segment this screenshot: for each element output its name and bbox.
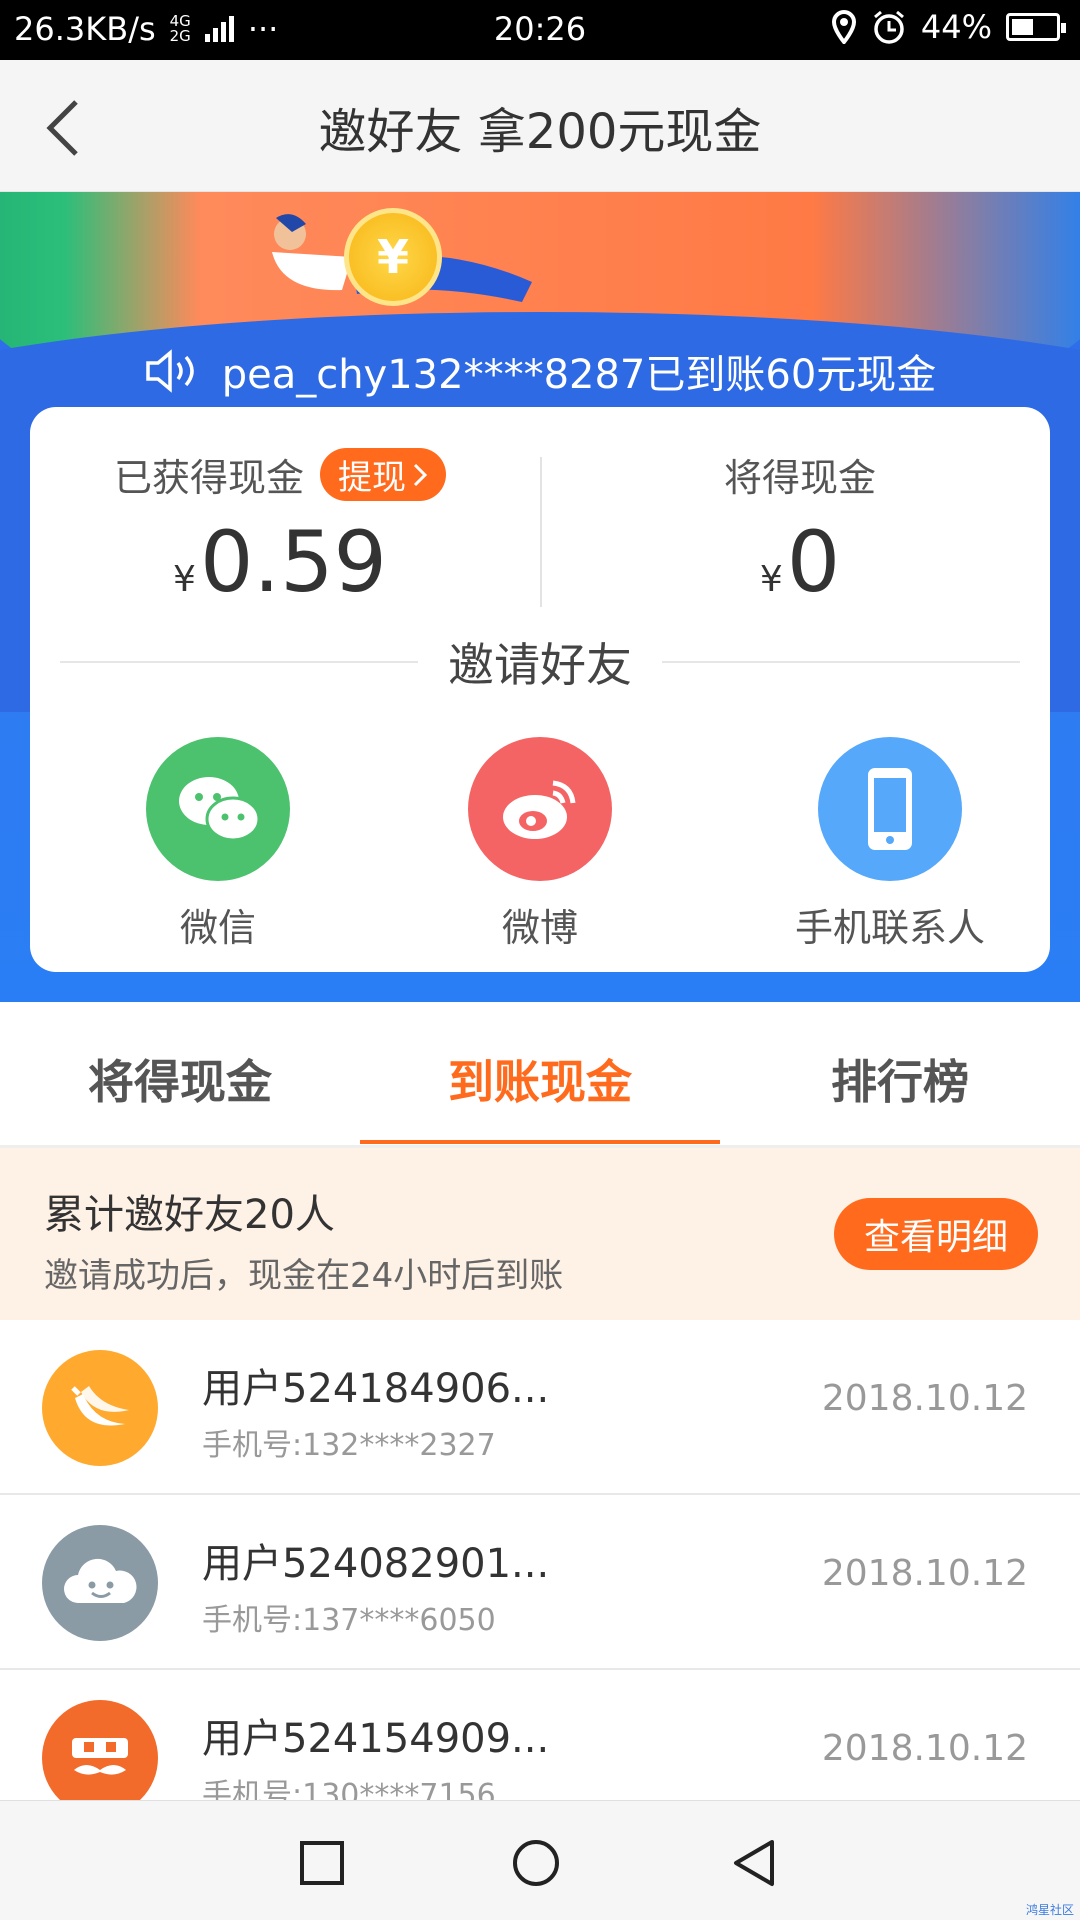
tab-leaderboard[interactable]: 排行榜 (720, 1046, 1080, 1112)
user-name: 用户524082901... (202, 1541, 550, 1587)
page-title: 邀好友 拿200元现金 (318, 104, 762, 160)
user-phone: 手机号:137****6050 (202, 1603, 496, 1638)
earned-cash: 已获得现金 提现 ¥0.59 (30, 447, 530, 630)
user-name: 用户524184906... (202, 1366, 550, 1412)
system-nav-bar: 鸿星社区 (0, 1800, 1080, 1920)
list-item[interactable]: 用户524082901... 手机号:137****6050 2018.10.1… (0, 1495, 1080, 1670)
weibo-icon (468, 737, 612, 881)
alarm-icon (873, 10, 904, 44)
invite-date: 2018.10.12 (821, 1728, 1028, 1769)
withdraw-button[interactable]: 提现 (320, 448, 446, 501)
tab-received-cash[interactable]: 到账现金 (360, 1046, 720, 1112)
pending-cash: 将得现金 ¥0 (550, 447, 1050, 630)
earned-label: 已获得现金 (113, 456, 304, 500)
earnings-card: 已获得现金 提现 ¥0.59 将得现金 ¥0 邀请好友 微信 微博 手机联系人 (30, 407, 1050, 972)
user-name: 用户524154909... (202, 1716, 550, 1762)
invite-date: 2018.10.12 (821, 1553, 1028, 1594)
location-icon (831, 10, 856, 44)
arrival-hint: 邀请成功后，现金在24小时后到账 (44, 1256, 564, 1296)
invited-user-list: 用户524184906... 手机号:132****2327 2018.10.1… (0, 1320, 1080, 1845)
view-details-button[interactable]: 查看明细 (834, 1198, 1038, 1270)
back-nav-icon[interactable] (730, 1839, 778, 1887)
notice-text: pea_chy132****8287已到账60元现金 (221, 352, 937, 398)
earned-amount: ¥0.59 (173, 513, 387, 611)
divider (540, 457, 542, 607)
battery-percent: 44% (920, 8, 992, 46)
cash-notice: pea_chy132****8287已到账60元现金 (0, 342, 1080, 400)
share-weibo-button[interactable]: 微博 (420, 737, 660, 952)
battery-icon (1006, 13, 1066, 41)
banana-icon (42, 1350, 158, 1466)
home-icon[interactable] (512, 1839, 560, 1887)
tab-pending-cash[interactable]: 将得现金 (0, 1046, 360, 1112)
share-wechat-button[interactable]: 微信 (98, 737, 338, 952)
invite-date: 2018.10.12 (821, 1378, 1028, 1419)
chevron-right-icon (413, 463, 428, 486)
app-header: 邀好友 拿200元现金 (0, 60, 1080, 192)
user-phone: 手机号:132****2327 (202, 1428, 496, 1463)
list-item[interactable]: 用户524184906... 手机号:132****2327 2018.10.1… (0, 1320, 1080, 1495)
pending-amount: ¥0 (759, 513, 841, 611)
withdraw-label: 提现 (338, 458, 406, 498)
pending-label: 将得现金 (723, 456, 876, 500)
mustache-icon (42, 1700, 158, 1816)
tab-bar: 将得现金 到账现金 排行榜 (0, 1002, 1080, 1148)
invite-section-title: 邀请好友 (60, 629, 1020, 695)
coin-icon: ¥ (344, 208, 442, 306)
share-contacts-button[interactable]: 手机联系人 (770, 737, 1010, 952)
cloud-icon (42, 1525, 158, 1641)
invite-summary: 累计邀好友20人 邀请成功后，现金在24小时后到账 查看明细 (0, 1148, 1080, 1320)
speaker-icon (145, 349, 194, 393)
recent-apps-icon[interactable] (298, 1839, 346, 1887)
phone-icon (818, 737, 962, 881)
promo-banner: ¥ pea_chy132****8287已到账60元现金 已获得现金 提现 ¥0… (0, 192, 1080, 1002)
wechat-icon (146, 737, 290, 881)
status-bar: 26.3KB/s 4G 2G ··· 20:26 44% (0, 0, 1080, 60)
watermark: 鸿星社区 (1025, 1903, 1074, 1917)
active-tab-indicator (360, 1140, 720, 1144)
total-invited: 累计邀好友20人 (44, 1192, 335, 1238)
